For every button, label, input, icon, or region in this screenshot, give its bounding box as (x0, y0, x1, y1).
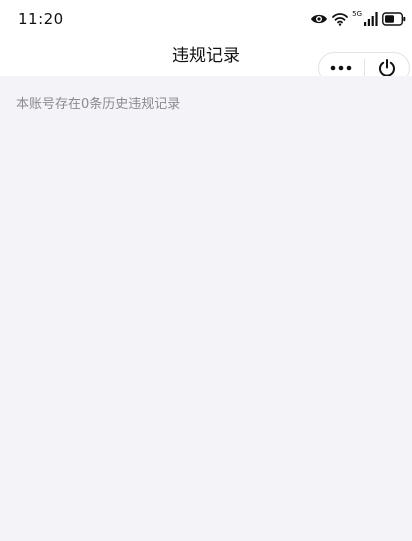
more-dots-icon (330, 65, 352, 71)
violation-record-summary: 本账号存在0条历史违规记录 (16, 97, 181, 112)
eye-icon (310, 12, 328, 26)
power-icon (378, 59, 395, 77)
status-icons: 5G (310, 10, 406, 28)
screen: 11:20 5G 违规记录 本账号存在0条历史违规记录 (0, 0, 412, 541)
wifi-icon (332, 12, 349, 26)
battery-icon (382, 12, 406, 26)
network-type-label: 5G (352, 10, 362, 18)
status-bar: 11:20 5G (0, 0, 412, 38)
content-area: 本账号存在0条历史违规记录 (0, 76, 412, 541)
signal-icon (364, 12, 378, 26)
navigation-bar: 违规记录 (0, 38, 412, 84)
status-time: 11:20 (18, 10, 64, 28)
